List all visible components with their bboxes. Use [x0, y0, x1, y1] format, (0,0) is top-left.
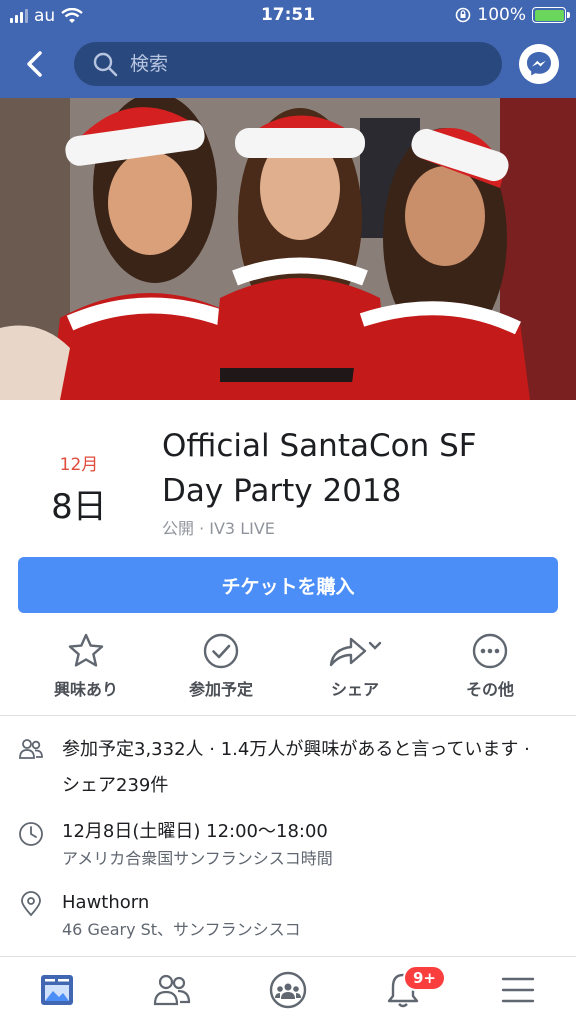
more-icon [472, 633, 508, 669]
venue-name: Hawthorn [62, 892, 150, 913]
datetime-block: 12月8日(土曜日) 12:00〜18:00 アメリカ合衆国サンフランシスコ時間 [62, 816, 542, 870]
event-date: 12月 8日 [34, 450, 124, 528]
tab-friends[interactable] [142, 967, 202, 1013]
messenger-icon[interactable] [519, 44, 559, 84]
cover-illustration [0, 98, 576, 400]
navigation-bar [0, 32, 576, 98]
search-input[interactable] [130, 53, 450, 75]
tab-news-feed[interactable] [27, 967, 87, 1013]
going-label: 参加予定 [188, 680, 253, 699]
attendance-text: 参加予定3,332人 · 1.4万人が興味があると言っています · シェア239… [62, 739, 530, 796]
status-right: 100% [455, 5, 570, 25]
notification-badge: 9+ [403, 965, 447, 991]
more-label: その他 [465, 680, 514, 699]
share-button[interactable]: シェア [295, 630, 415, 700]
event-subtitle[interactable]: 公開 · IV3 LIVE [162, 515, 275, 539]
event-month: 12月 [59, 455, 99, 475]
rotation-lock-icon [456, 7, 471, 23]
tab-notifications[interactable]: 9+ [373, 965, 447, 1013]
groups-icon [269, 971, 307, 1009]
event-title: Official SantaCon SF Day Party 2018 [162, 428, 477, 509]
check-circle-icon [203, 633, 239, 669]
location-block: Hawthorn 46 Geary St、サンフランシスコ [62, 887, 542, 941]
buy-ticket-button[interactable]: チケットを購入 [18, 557, 558, 613]
event-timezone: アメリカ合衆国サンフランシスコ時間 [62, 849, 333, 868]
event-day: 8日 [51, 487, 107, 527]
interested-label: 興味あり [53, 680, 118, 699]
clock-icon [19, 822, 43, 846]
tab-groups[interactable] [258, 967, 318, 1013]
people-icon [19, 739, 43, 759]
tab-menu[interactable] [488, 967, 548, 1013]
status-bar: au 17:51 100% [0, 0, 576, 32]
event-page: au 17:51 100% 検索 12月 8日 Official SantaCo… [0, 0, 576, 1024]
action-bar: 興味あり 参加予定 シェア その他 [0, 630, 576, 716]
star-icon [68, 633, 104, 667]
back-icon[interactable] [18, 46, 54, 82]
venue-address: 46 Geary St、サンフランシスコ [62, 920, 301, 939]
event-datetime: 12月8日(土曜日) 12:00〜18:00 [62, 821, 328, 842]
location-pin-icon [21, 891, 41, 917]
interested-button[interactable]: 興味あり [26, 630, 146, 700]
search-icon [93, 52, 118, 77]
bottom-tab-bar: 9+ [0, 956, 576, 1024]
menu-icon [501, 977, 535, 1003]
event-cover-photo[interactable] [0, 98, 576, 400]
more-button[interactable]: その他 [430, 630, 550, 700]
going-button[interactable]: 参加予定 [161, 630, 281, 700]
battery-percent: 100% [477, 5, 526, 25]
news-feed-icon [41, 975, 73, 1005]
friends-icon [153, 974, 191, 1006]
battery-icon [532, 7, 570, 23]
search-bar[interactable] [74, 42, 502, 86]
share-label: シェア [330, 680, 379, 699]
share-icon [329, 637, 382, 667]
